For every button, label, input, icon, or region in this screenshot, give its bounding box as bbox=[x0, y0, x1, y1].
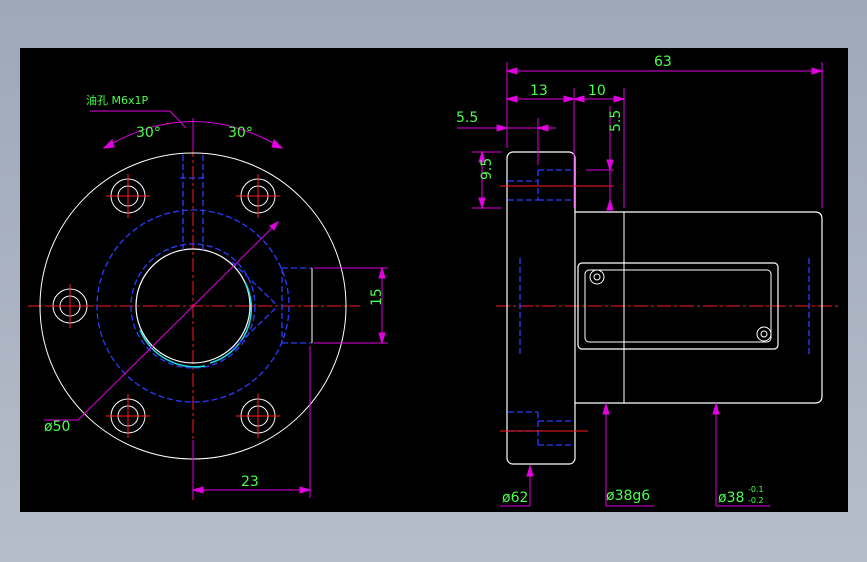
front-view: 油孔 M6x1P 30° 30° ø50 15 23 bbox=[28, 93, 388, 500]
angle-right-label: 30° bbox=[228, 125, 253, 141]
total-length-label: 63 bbox=[654, 54, 672, 70]
flat-dimension-label: 15 bbox=[369, 288, 385, 306]
cad-drawing: 油孔 M6x1P 30° 30° ø50 15 23 63 13 10 5.5 … bbox=[28, 54, 838, 507]
tolerance-upper: -0.1 bbox=[748, 485, 764, 494]
step-length-label: 10 bbox=[588, 83, 606, 99]
counterbore-label: 9.5 bbox=[479, 158, 495, 180]
flange-section bbox=[506, 151, 576, 465]
nut-diameter-label: ø38 bbox=[718, 490, 744, 506]
pcd-diameter-label: ø50 bbox=[44, 419, 70, 435]
side-view: 63 13 10 5.5 5.5 9.5 ø62 ø38g6 ø38 -0.1 … bbox=[456, 54, 838, 507]
flange-length-label: 13 bbox=[530, 83, 548, 99]
body-diameter-label: ø38g6 bbox=[606, 488, 650, 504]
offset-dimension-label: 23 bbox=[241, 474, 259, 490]
bolt-hole-left bbox=[48, 284, 92, 328]
side-dimensions bbox=[457, 62, 824, 507]
bolt-hole-lower-left bbox=[106, 394, 150, 438]
bolt-hole-upper-right bbox=[236, 174, 280, 218]
thread-arc bbox=[209, 281, 253, 364]
front-dimension-labels: 油孔 M6x1P 30° 30° ø50 15 23 bbox=[44, 93, 385, 490]
hole-position-label: 5.5 bbox=[456, 110, 478, 126]
bolt-hole-lower-right bbox=[236, 394, 280, 438]
nut-body bbox=[575, 211, 823, 404]
hole-depth-label: 5.5 bbox=[608, 110, 624, 132]
cad-drawing-area: 油孔 M6x1P 30° 30° ø50 15 23 63 13 10 5.5 … bbox=[20, 48, 848, 512]
side-hidden-lines bbox=[508, 169, 810, 446]
window-frame: 油孔 M6x1P 30° 30° ø50 15 23 63 13 10 5.5 … bbox=[0, 0, 867, 562]
tolerance-lower: -0.2 bbox=[748, 496, 764, 505]
angle-left-label: 30° bbox=[136, 125, 161, 141]
flange-diameter-label: ø62 bbox=[502, 490, 528, 506]
side-hole-centerlines bbox=[500, 185, 614, 432]
bolt-hole-upper-left bbox=[106, 174, 150, 218]
front-dimensions bbox=[44, 110, 388, 498]
oil-hole-note: 油孔 M6x1P bbox=[86, 93, 148, 107]
side-dimension-labels: 63 13 10 5.5 5.5 9.5 ø62 ø38g6 ø38 -0.1 … bbox=[456, 54, 764, 506]
